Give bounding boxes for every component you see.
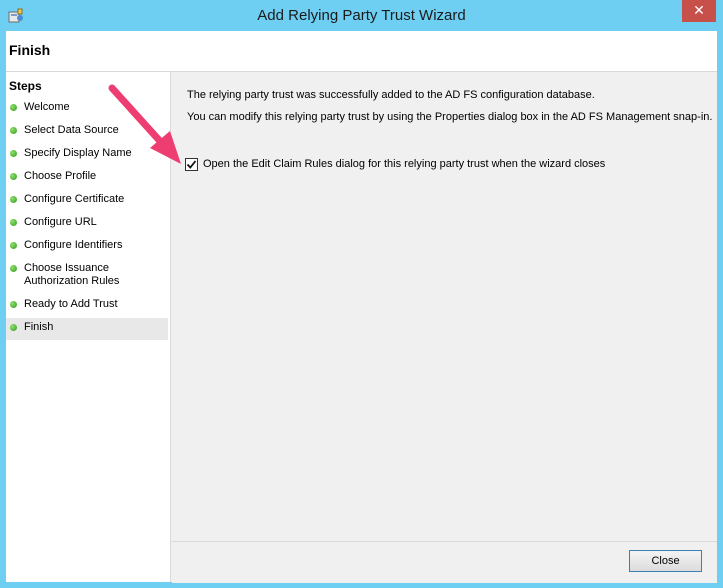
step-configure-certificate[interactable]: Configure Certificate (6, 190, 168, 210)
step-choose-issuance-authorization-rules[interactable]: Choose Issuance Authorization Rules (6, 259, 168, 293)
step-complete-icon (10, 104, 17, 111)
properties-hint-message: You can modify this relying party trust … (187, 111, 713, 123)
step-label: Welcome (24, 101, 70, 113)
step-label-line2: Authorization Rules (24, 275, 120, 287)
step-current-icon (10, 324, 17, 331)
step-choose-profile[interactable]: Choose Profile (6, 167, 168, 187)
step-complete-icon (10, 150, 17, 157)
step-configure-identifiers[interactable]: Configure Identifiers (6, 236, 168, 256)
step-complete-icon (10, 196, 17, 203)
page-title: Finish (9, 42, 51, 58)
edit-claim-rules-checkbox[interactable] (185, 158, 198, 171)
step-complete-icon (10, 219, 17, 226)
finish-content: The relying party trust was successfully… (173, 72, 717, 541)
step-label: Configure Certificate (24, 193, 125, 205)
step-specify-display-name[interactable]: Specify Display Name (6, 144, 168, 164)
step-complete-icon (10, 173, 17, 180)
step-welcome[interactable]: Welcome (6, 98, 168, 118)
edit-claim-rules-label[interactable]: Open the Edit Claim Rules dialog for thi… (203, 158, 605, 171)
step-complete-icon (10, 242, 17, 249)
step-label: Specify Display Name (24, 147, 132, 159)
step-configure-url[interactable]: Configure URL (6, 213, 168, 233)
page-header: Finish (6, 31, 717, 72)
success-message: The relying party trust was successfully… (187, 89, 595, 101)
steps-heading: Steps (9, 79, 42, 93)
step-complete-icon (10, 265, 17, 272)
step-finish[interactable]: Finish (6, 318, 168, 340)
steps-panel: Steps Welcome Select Data Source Specify… (6, 72, 171, 582)
step-label: Finish (24, 321, 54, 333)
close-button[interactable]: Close (629, 550, 702, 572)
checkmark-icon (186, 160, 197, 169)
wizard-window: Add Relying Party Trust Wizard ✕ Finish … (0, 0, 723, 588)
step-ready-to-add-trust[interactable]: Ready to Add Trust (6, 295, 168, 315)
step-label: Choose Profile (24, 170, 97, 182)
step-label: Ready to Add Trust (24, 298, 118, 310)
wizard-client-area: Finish Steps Welcome Select Data Source … (6, 31, 717, 583)
wizard-footer: Close (172, 541, 717, 583)
step-complete-icon (10, 127, 17, 134)
step-label: Choose Issuance Authorization Rules (24, 262, 119, 288)
step-label: Select Data Source (24, 124, 119, 136)
step-select-data-source[interactable]: Select Data Source (6, 121, 168, 141)
window-title: Add Relying Party Trust Wizard (257, 7, 466, 24)
title-bar[interactable]: Add Relying Party Trust Wizard ✕ (0, 0, 723, 31)
window-close-button[interactable]: ✕ (682, 0, 716, 22)
step-label: Configure URL (24, 216, 97, 228)
step-label-line1: Choose Issuance (24, 262, 109, 274)
step-label: Configure Identifiers (24, 239, 123, 251)
step-complete-icon (10, 301, 17, 308)
